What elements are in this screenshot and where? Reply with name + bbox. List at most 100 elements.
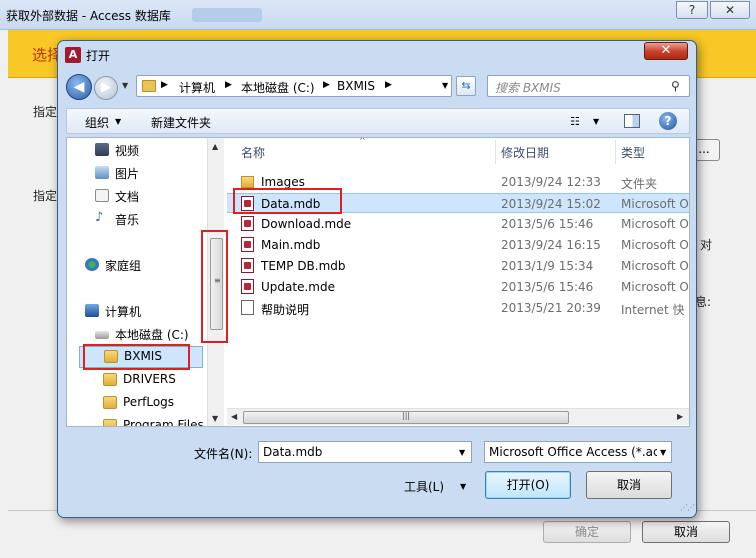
address-bar[interactable]: ▶ 计算机 ▶ 本地磁盘 (C:) ▶ BXMIS ▶ ▼ — [136, 75, 452, 97]
organize-button[interactable]: 组织 — [85, 114, 109, 131]
refresh-icon[interactable]: ⇆ — [456, 76, 476, 96]
view-options-icon[interactable]: ☷ — [570, 115, 580, 128]
view-dropdown-icon[interactable]: ▼ — [593, 117, 599, 126]
background-cancel-button[interactable]: 取消 — [642, 521, 730, 543]
cancel-button[interactable]: 取消 — [586, 471, 672, 499]
nav-item-pictures[interactable]: 图片 — [95, 163, 195, 183]
column-separator[interactable] — [615, 140, 616, 164]
scroll-left-icon[interactable]: ◀ — [231, 412, 237, 421]
breadcrumb-computer[interactable]: 计算机 — [179, 79, 215, 96]
breadcrumb-bxmis[interactable]: BXMIS — [337, 79, 375, 93]
filetype-dropdown-icon[interactable]: ▼ — [660, 448, 666, 457]
background-side-text-1: 对 — [700, 238, 713, 252]
nav-item-label: 计算机 — [105, 305, 142, 319]
open-button[interactable]: 打开(O) — [485, 471, 571, 499]
nav-item-label: 文档 — [115, 190, 140, 204]
filename-input[interactable]: Data.mdb ▼ — [258, 441, 472, 463]
column-header-type[interactable]: 类型 — [621, 144, 645, 161]
breadcrumb-separator-icon[interactable]: ▶ — [161, 80, 168, 90]
address-folder-icon — [142, 80, 156, 92]
file-date: 2013/9/24 15:02 — [501, 197, 601, 211]
scroll-down-icon[interactable]: ▼ — [212, 414, 218, 423]
help-icon[interactable]: ? — [659, 112, 677, 130]
music-icon: ♪ — [95, 210, 104, 225]
highlight-scrollbar — [201, 230, 228, 343]
breadcrumb-separator-icon[interactable]: ▶ — [323, 80, 330, 90]
dialog-toolbar: 组织 ▼ 新建文件夹 ☷ ▼ ? — [66, 108, 690, 134]
file-row[interactable]: Main.mdb 2013/9/24 16:15 Microsoft O — [227, 235, 689, 255]
file-row[interactable]: Download.mde 2013/5/6 15:46 Microsoft O — [227, 214, 689, 234]
breadcrumb-local-disk[interactable]: 本地磁盘 (C:) — [241, 79, 315, 96]
scroll-up-icon[interactable]: ▲ — [212, 142, 218, 151]
resize-grip-icon[interactable]: ⋰⋰ — [680, 503, 695, 512]
file-type: Internet 快 — [621, 303, 685, 317]
nav-item-documents[interactable]: 文档 — [95, 186, 195, 206]
tools-menu-button[interactable]: 工具(L) — [404, 478, 444, 495]
address-dropdown-icon[interactable]: ▼ — [442, 81, 448, 90]
scroll-right-icon[interactable]: ▶ — [677, 412, 683, 421]
folder-icon — [103, 419, 117, 426]
nav-item-drivers[interactable]: DRIVERS — [103, 370, 203, 390]
access-app-icon: A — [65, 47, 81, 63]
nav-item-music[interactable]: ♪ 音乐 — [95, 209, 195, 229]
folder-icon — [103, 373, 117, 386]
filetype-value: Microsoft Office Access (*.ac — [489, 445, 657, 459]
file-row[interactable]: 帮助说明 2013/5/21 20:39 Internet 快 — [227, 298, 689, 318]
file-row[interactable]: Update.mde 2013/5/6 15:46 Microsoft O — [227, 277, 689, 297]
nav-item-local-disk[interactable]: 本地磁盘 (C:) — [95, 324, 205, 344]
dialog-close-button[interactable]: ✕ — [644, 42, 688, 60]
nav-item-perflogs[interactable]: PerfLogs — [103, 393, 203, 413]
nav-item-label: 视频 — [115, 144, 140, 158]
access-file-icon — [241, 258, 254, 273]
horizontal-scrollbar[interactable]: ◀ ||| ▶ — [227, 408, 689, 425]
folder-icon — [241, 176, 254, 188]
file-name: Images — [261, 175, 305, 189]
browser-content: 视频 图片 文档 ♪ 音乐 家庭组 计算机 本地磁盘 (C:) BXMIS DR… — [66, 137, 690, 427]
file-date: 2013/1/9 15:34 — [501, 259, 594, 273]
search-icon[interactable]: ⚲ — [671, 79, 680, 93]
column-header-date[interactable]: 修改日期 — [501, 144, 549, 161]
background-label-mid: 指定 — [33, 189, 58, 203]
nav-item-homegroup[interactable]: 家庭组 — [85, 255, 195, 275]
nav-item-label: DRIVERS — [123, 372, 176, 386]
file-type: Microsoft O — [621, 259, 689, 273]
nav-item-label: 音乐 — [115, 213, 140, 227]
background-help-button[interactable]: ? — [676, 1, 708, 19]
background-ok-button[interactable]: 确定 — [543, 521, 631, 543]
horizontal-scroll-thumb[interactable]: ||| — [243, 411, 569, 424]
access-file-icon — [241, 279, 254, 294]
access-file-icon — [241, 216, 254, 231]
history-dropdown-icon[interactable]: ▼ — [122, 81, 128, 90]
column-separator[interactable] — [495, 140, 496, 164]
file-row[interactable]: TEMP DB.mdb 2013/1/9 15:34 Microsoft O — [227, 256, 689, 276]
nav-item-label: Program Files — [123, 418, 204, 426]
column-header-name[interactable]: 名称 — [241, 144, 265, 161]
filename-dropdown-icon[interactable]: ▼ — [459, 448, 465, 457]
breadcrumb-separator-icon[interactable]: ▶ — [385, 80, 392, 90]
documents-icon — [95, 189, 109, 202]
forward-arrow-icon[interactable]: ▶ — [94, 76, 118, 100]
tools-dropdown-icon[interactable]: ▼ — [460, 482, 466, 491]
file-name: 帮助说明 — [261, 303, 310, 317]
nav-item-program-files[interactable]: Program Files — [103, 416, 207, 426]
file-name: Update.mde — [261, 280, 335, 294]
background-close-button[interactable]: ✕ — [710, 1, 750, 19]
new-folder-button[interactable]: 新建文件夹 — [151, 114, 211, 131]
dialog-titlebar: A 打开 ✕ — [58, 41, 696, 69]
video-icon — [95, 143, 109, 156]
organize-dropdown-icon[interactable]: ▼ — [115, 117, 121, 126]
file-type: 文件夹 — [621, 177, 658, 191]
file-name: Download.mde — [261, 217, 352, 231]
nav-item-videos[interactable]: 视频 — [95, 140, 195, 160]
breadcrumb-separator-icon[interactable]: ▶ — [225, 80, 232, 90]
disk-icon — [95, 331, 109, 339]
preview-pane-icon[interactable] — [624, 114, 640, 128]
file-date: 2013/5/21 20:39 — [501, 301, 601, 315]
nav-item-label: 家庭组 — [105, 259, 142, 273]
background-window-title: 获取外部数据 - Access 数据库 — [6, 9, 171, 23]
back-arrow-icon[interactable]: ◀ — [66, 74, 92, 100]
scroll-grip-icon: ||| — [402, 411, 411, 420]
filetype-select[interactable]: Microsoft Office Access (*.ac ▼ — [484, 441, 672, 463]
nav-item-computer[interactable]: 计算机 — [85, 301, 195, 321]
search-input[interactable]: 搜索 BXMIS ⚲ — [487, 75, 690, 97]
